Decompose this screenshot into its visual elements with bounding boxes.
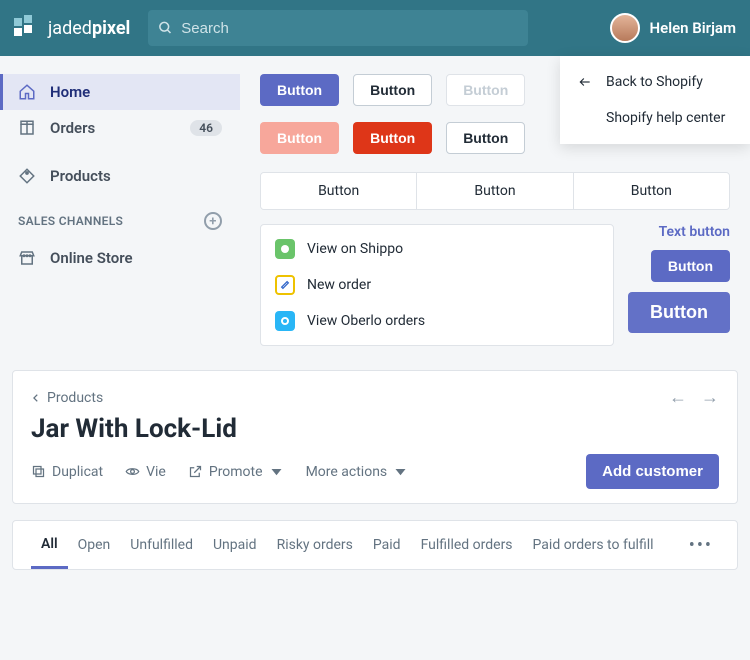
caret-down-icon [269,464,284,479]
new-order-icon [275,275,295,295]
topbar: jadedpixel Helen Birjam Back to Shopify … [0,0,750,56]
user-dropdown: Back to Shopify Shopify help center [560,56,750,144]
tab-all[interactable]: All [31,522,68,569]
add-customer-button[interactable]: Add customer [586,454,719,489]
prev-arrow-icon[interactable]: ← [669,387,687,408]
action-view[interactable]: Vie [125,464,166,480]
pagination-arrows: ← → [669,387,719,408]
page-title: Jar With Lock-Lid [31,414,719,444]
action-promote[interactable]: Promote [188,464,284,480]
sidebar-item-orders[interactable]: Orders 46 [0,110,240,146]
app-action-list: View on Shippo New order View Oberlo ord… [260,224,614,346]
tab-risky[interactable]: Risky orders [267,523,363,567]
chevron-left-icon [31,392,41,404]
tab-open[interactable]: Open [68,523,121,567]
button-danger-light[interactable]: Button [260,122,339,154]
tab-unpaid[interactable]: Unpaid [203,523,267,567]
duplicate-icon [31,464,46,479]
tab-paid[interactable]: Paid [363,523,411,567]
button-outline[interactable]: Button [446,122,525,154]
next-arrow-icon[interactable]: → [701,387,719,408]
search-icon [158,20,173,36]
orders-icon [18,119,36,137]
add-channel-button[interactable]: + [204,212,222,230]
segment-3[interactable]: Button [574,173,729,209]
sidebar-item-products[interactable]: Products [0,158,240,194]
breadcrumb[interactable]: Products [31,390,103,406]
user-name: Helen Birjam [650,19,737,37]
avatar [610,13,640,43]
action-view-oberlo[interactable]: View Oberlo orders [261,303,613,339]
home-icon [18,83,36,101]
page-actions: Duplicat Vie Promote More actions Add cu… [31,454,719,489]
action-new-order[interactable]: New order [261,267,613,303]
action-more[interactable]: More actions [306,464,409,480]
button-default[interactable]: Button [353,74,432,106]
caret-down-icon [393,464,408,479]
tag-icon [18,167,36,185]
tab-overflow-icon[interactable]: ••• [683,535,719,556]
button-primary-small[interactable]: Button [651,250,730,282]
arrow-left-icon [576,75,594,89]
page-header-card: Products ← → Jar With Lock-Lid Duplicat … [12,370,738,504]
sidebar-item-home[interactable]: Home [0,74,240,110]
brand-logo-icon [14,15,40,41]
sidebar-item-online-store[interactable]: Online Store [0,240,240,276]
dropdown-back-to-shopify[interactable]: Back to Shopify [560,64,750,100]
segment-2[interactable]: Button [417,173,573,209]
right-button-stack: Text button Button Button [628,224,730,346]
segmented-group: Button Button Button [260,172,730,210]
store-icon [18,249,36,267]
search-box[interactable] [148,10,528,46]
search-input[interactable] [181,20,518,37]
action-view-shippo[interactable]: View on Shippo [261,231,613,267]
oberlo-icon [275,311,295,331]
tabs: All Open Unfulfilled Unpaid Risky orders… [12,520,738,570]
tab-fulfilled[interactable]: Fulfilled orders [411,523,523,567]
segment-1[interactable]: Button [261,173,417,209]
action-duplicate[interactable]: Duplicat [31,464,103,480]
button-primary[interactable]: Button [260,74,339,106]
dropdown-help-center[interactable]: Shopify help center [560,100,750,136]
button-primary-large[interactable]: Button [628,292,730,333]
sidebar: Home Orders 46 Products SALES CHANNELS +… [0,56,240,346]
shippo-icon [275,239,295,259]
brand-text: jadedpixel [48,18,130,39]
sidebar-section-channels: SALES CHANNELS + [0,194,240,240]
tab-paid-to-fulfill[interactable]: Paid orders to fulfill [523,523,664,567]
search-wrap [148,10,591,46]
user-menu[interactable]: Helen Birjam [610,13,737,43]
tab-unfulfilled[interactable]: Unfulfilled [120,523,203,567]
button-danger[interactable]: Button [353,122,432,154]
eye-icon [125,464,140,479]
brand[interactable]: jadedpixel [14,15,130,41]
orders-badge: 46 [190,120,222,136]
text-button[interactable]: Text button [659,224,730,240]
button-disabled: Button [446,74,525,106]
external-icon [188,464,203,479]
